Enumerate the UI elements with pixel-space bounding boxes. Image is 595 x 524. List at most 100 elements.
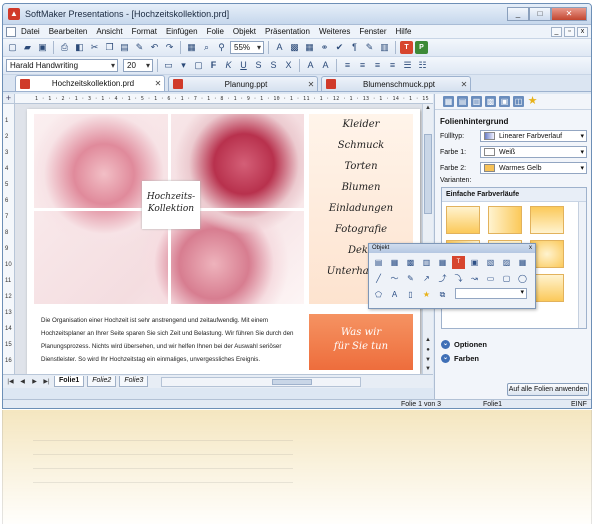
tab-planung[interactable]: Planung.ppt ✕	[168, 76, 318, 91]
document-icon[interactable]	[6, 26, 16, 37]
prev-page-icon[interactable]: ▲	[424, 336, 432, 344]
menu-objekt[interactable]: Objekt	[233, 27, 256, 36]
close-icon[interactable]: x	[529, 244, 532, 253]
mdi-close-button[interactable]: x	[577, 26, 588, 37]
bold-icon[interactable]: F	[207, 59, 220, 72]
slide-tab-1[interactable]: Folie1	[54, 376, 85, 387]
align-left-icon[interactable]: ≡	[341, 59, 354, 72]
sound-icon[interactable]: ▧	[484, 256, 497, 269]
rectangle-icon[interactable]: ▭	[484, 272, 497, 285]
print-icon[interactable]: ⎙	[58, 41, 71, 54]
slide-tab-3[interactable]: Folie3	[119, 376, 149, 387]
gradient-variant[interactable]	[446, 206, 480, 234]
save-icon[interactable]: ▣	[36, 41, 49, 54]
transition-icon[interactable]: ▣	[499, 96, 510, 107]
picture-icon[interactable]: ▩	[485, 96, 496, 107]
maximize-button[interactable]: □	[529, 7, 551, 21]
justify-icon[interactable]: ≡	[386, 59, 399, 72]
color2-select[interactable]: Warmes Gelb	[480, 162, 587, 174]
gallery-scrollbar[interactable]	[578, 202, 586, 328]
insert-table-icon[interactable]: ▦	[303, 41, 316, 54]
dropdown-icon[interactable]: ▾	[177, 59, 190, 72]
autoshape-icon[interactable]: ⬠	[372, 288, 385, 301]
tab-close-icon[interactable]: ✕	[458, 80, 470, 89]
background-icon[interactable]: ▤	[457, 96, 468, 107]
scroll-up-icon[interactable]: ▲	[424, 104, 432, 112]
next-slide-icon[interactable]: ▶	[30, 378, 39, 385]
shrink-font-icon[interactable]: A	[319, 59, 332, 72]
scroll-thumb[interactable]	[272, 378, 313, 385]
open-folder-icon[interactable]: ▰	[21, 41, 34, 54]
zoom-select[interactable]: 55%	[230, 41, 264, 54]
options-section[interactable]: ⌄ Optionen	[435, 337, 591, 351]
last-slide-icon[interactable]: ▶|	[42, 378, 51, 385]
language-icon[interactable]: ✎	[363, 41, 376, 54]
frame-icon[interactable]: ▭	[162, 59, 175, 72]
scroll-down-icon[interactable]: ▼	[424, 365, 432, 373]
body-text[interactable]: Die Organisation einer Hochzeit ist sehr…	[41, 314, 307, 366]
pilcrow-icon[interactable]: ¶	[348, 41, 361, 54]
numbering-icon[interactable]: ☷	[416, 59, 429, 72]
redo-icon[interactable]: ↷	[163, 41, 176, 54]
strikethrough-icon[interactable]: S	[252, 59, 265, 72]
cut-icon[interactable]: ✂	[88, 41, 101, 54]
align-center-icon[interactable]: ≡	[356, 59, 369, 72]
freehand-icon[interactable]: ✎	[404, 272, 417, 285]
gradient-variant[interactable]	[488, 206, 522, 234]
stats-icon[interactable]: ▥	[378, 41, 391, 54]
menu-hilfe[interactable]: Hilfe	[396, 27, 412, 36]
ole-icon[interactable]: ▨	[500, 256, 513, 269]
menu-bearbeiten[interactable]: Bearbeiten	[49, 27, 88, 36]
star-icon[interactable]: ★	[527, 96, 538, 107]
apply-to-all-button[interactable]: Auf alle Folien anwenden	[507, 383, 589, 396]
color1-select[interactable]: Weiß	[480, 146, 587, 158]
copy-icon[interactable]: ❐	[103, 41, 116, 54]
prev-slide-icon[interactable]: ◀	[18, 378, 27, 385]
presentation-mode-icon[interactable]: P	[415, 41, 428, 54]
font-select[interactable]: Harald Handwriting	[6, 59, 118, 72]
animation-icon[interactable]: ◫	[513, 96, 524, 107]
elbow-connector-icon[interactable]: ⤵	[452, 272, 465, 285]
underline-icon[interactable]: U	[237, 59, 250, 72]
ruler-corner[interactable]: +	[3, 94, 15, 104]
close-button[interactable]: ✕	[551, 7, 587, 21]
menu-ansicht[interactable]: Ansicht	[96, 27, 122, 36]
search-icon[interactable]: ⚲	[215, 41, 228, 54]
next-page-icon[interactable]: ▼	[424, 356, 432, 364]
placeholder-icon[interactable]: ▦	[516, 256, 529, 269]
gradient-variant[interactable]	[530, 206, 564, 234]
pdf-icon[interactable]: ◧	[73, 41, 86, 54]
colors-section[interactable]: ⌄ Farben	[435, 351, 591, 365]
italic-icon[interactable]: K	[222, 59, 235, 72]
arrow-icon[interactable]: ↗	[420, 272, 433, 285]
bullets-icon[interactable]: ☰	[401, 59, 414, 72]
collection-title-card[interactable]: Hochzeits- Kollektion	[142, 181, 200, 229]
line-icon[interactable]: ╱	[372, 272, 385, 285]
connector-icon[interactable]: ⤴	[436, 272, 449, 285]
spellcheck-icon[interactable]: ✔	[333, 41, 346, 54]
insert-picture-icon[interactable]: ▩	[288, 41, 301, 54]
menu-datei[interactable]: Datei	[21, 27, 40, 36]
rounded-rect-icon[interactable]: ▢	[500, 272, 513, 285]
picture-icon[interactable]: ▩	[404, 256, 417, 269]
hyperlink-icon[interactable]: ⚭	[318, 41, 331, 54]
star-icon[interactable]: ★	[420, 288, 433, 301]
select-objects-icon[interactable]: ▤	[372, 256, 385, 269]
fill-type-select[interactable]: Linearer Farbverlauf	[480, 130, 587, 142]
mdi-restore-button[interactable]: ▫	[564, 26, 575, 37]
horizontal-ruler[interactable]: 1 · 1 · 2 · 1 · 3 · 1 · 4 · 1 · 5 · 1 · …	[15, 94, 433, 104]
horizontal-scrollbar[interactable]	[161, 376, 362, 387]
textart-icon[interactable]: A	[388, 288, 401, 301]
slide-tab-2[interactable]: Folie2	[87, 376, 117, 387]
menu-fenster[interactable]: Fenster	[359, 27, 386, 36]
menu-format[interactable]: Format	[132, 27, 157, 36]
floating-toolbar-title[interactable]: Objekt x	[369, 244, 535, 253]
tab-hochzeitskollektion[interactable]: Hochzeitskollektion.prd ✕	[15, 75, 165, 91]
ellipse-icon[interactable]: ◯	[516, 272, 529, 285]
fill-icon[interactable]: ▢	[192, 59, 205, 72]
object-icon[interactable]: T	[452, 256, 465, 269]
slide-layout-icon[interactable]: ▦	[443, 96, 454, 107]
table-icon[interactable]: ▦	[436, 256, 449, 269]
align-right-icon[interactable]: ≡	[371, 59, 384, 72]
curved-connector-icon[interactable]: ↝	[468, 272, 481, 285]
